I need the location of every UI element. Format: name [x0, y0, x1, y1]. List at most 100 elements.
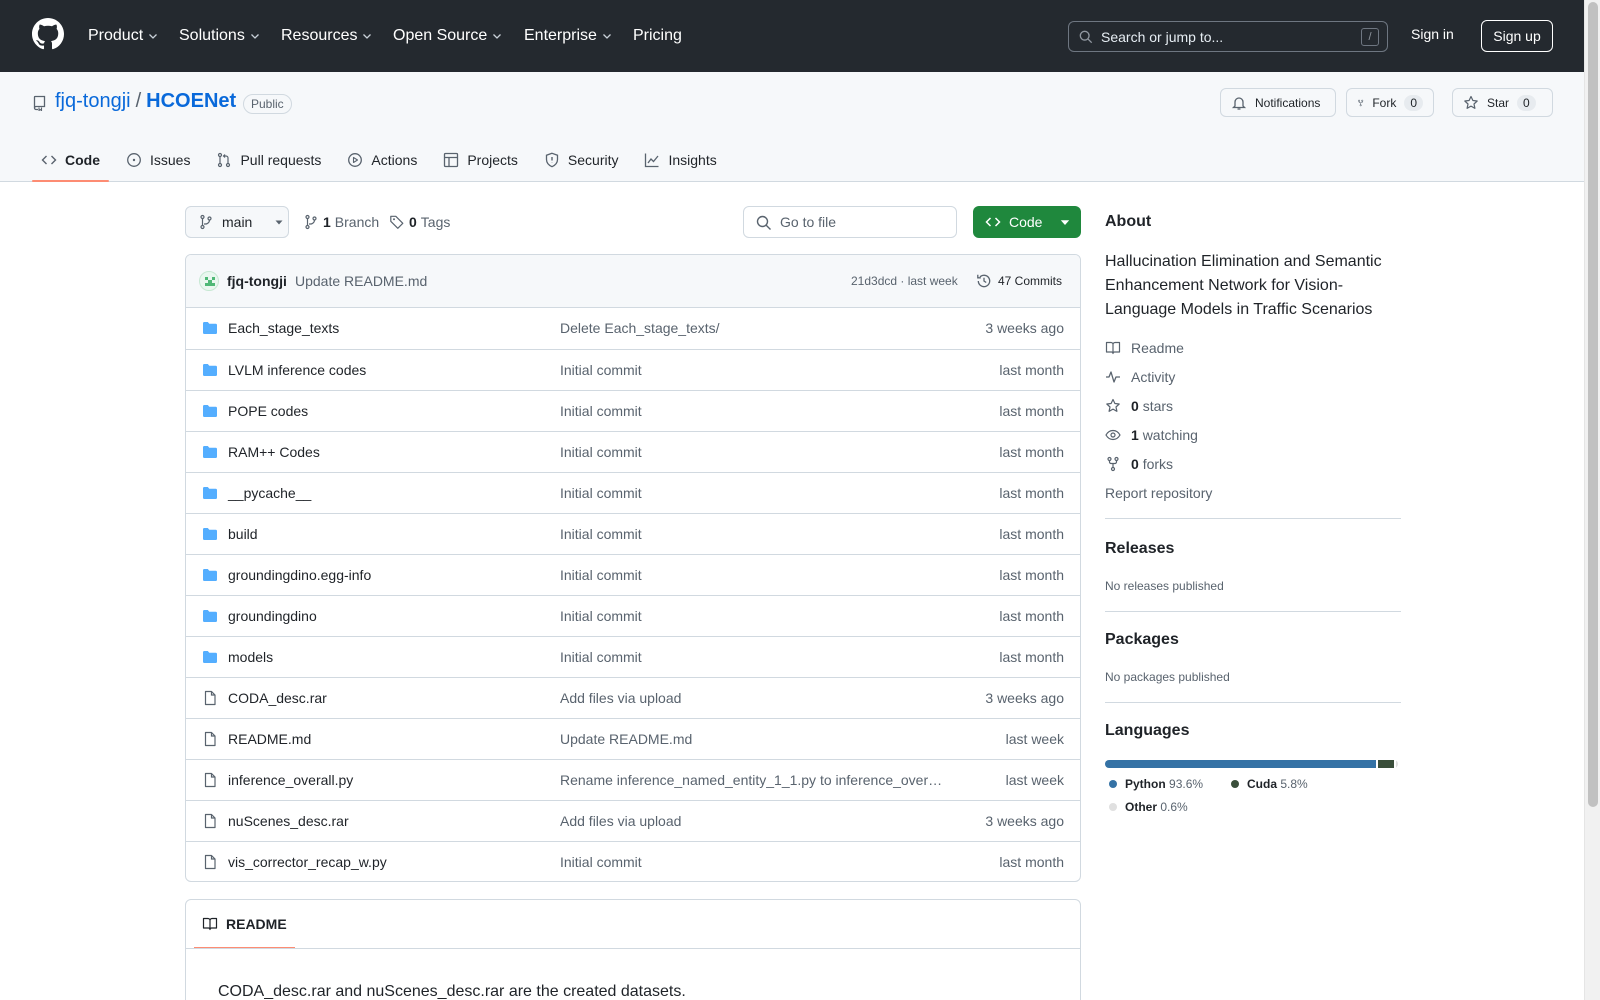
- file-row[interactable]: vis_corrector_recap_w.py Initial commit la…: [186, 841, 1080, 881]
- latest-commit-bar: fjq-tongji Update README.md 21d3dcd · la…: [186, 255, 1080, 308]
- nav-resources[interactable]: Resources: [281, 24, 373, 48]
- tab-security[interactable]: Security: [535, 140, 628, 180]
- file-name-link[interactable]: build: [228, 526, 258, 542]
- repo-name-link[interactable]: HCOENet: [146, 90, 236, 113]
- file-name-link[interactable]: vis_corrector_recap_w.py: [228, 854, 387, 870]
- file-commit-message-link[interactable]: Initial commit: [560, 362, 945, 378]
- watchers-link[interactable]: 1 watching: [1105, 427, 1198, 443]
- tab-insights[interactable]: Insights: [635, 140, 725, 180]
- sign-in-link[interactable]: Sign in: [1411, 26, 1454, 42]
- file-row[interactable]: RAM++ Codes Initial commit last month: [186, 431, 1080, 472]
- commit-author-link[interactable]: fjq-tongji: [227, 273, 287, 289]
- nav-enterprise[interactable]: Enterprise: [524, 24, 613, 48]
- file-commit-message-link[interactable]: Rename inference_named_entity_1_1.py to …: [560, 772, 945, 788]
- file-row[interactable]: POPE codes Initial commit last month: [186, 390, 1080, 431]
- fork-icon: [1107, 456, 1119, 472]
- file-name-link[interactable]: RAM++ Codes: [228, 444, 320, 460]
- file-icon: [204, 854, 216, 870]
- search-input[interactable]: Search or jump to... /: [1068, 21, 1388, 52]
- file-commit-message-link[interactable]: Initial commit: [560, 526, 945, 542]
- nav-open-source[interactable]: Open Source: [393, 24, 503, 48]
- commits-history-link[interactable]: 47 Commits: [976, 273, 1062, 289]
- tab-projects[interactable]: Projects: [434, 140, 527, 180]
- file-name-link[interactable]: groundingdino: [228, 608, 317, 624]
- releases-heading[interactable]: Releases: [1105, 540, 1174, 558]
- report-repository-label: Report repository: [1105, 485, 1213, 501]
- file-commit-message-link[interactable]: Initial commit: [560, 567, 945, 583]
- fork-label: Fork: [1372, 95, 1397, 110]
- file-commit-message-link[interactable]: Initial commit: [560, 485, 945, 501]
- notifications-button[interactable]: Notifications: [1220, 88, 1336, 117]
- search-placeholder: Search or jump to...: [1101, 28, 1224, 45]
- packages-heading[interactable]: Packages: [1105, 631, 1179, 649]
- github-logo-icon[interactable]: [32, 18, 64, 50]
- repo-owner-link[interactable]: fjq-tongji: [55, 90, 131, 113]
- tab-issues[interactable]: Issues: [117, 140, 199, 180]
- file-name-link[interactable]: inference_overall.py: [228, 772, 353, 788]
- commit-hash-time[interactable]: 21d3dcd · last week: [851, 274, 958, 288]
- file-commit-message-link[interactable]: Delete Each_stage_texts/: [560, 320, 945, 336]
- sign-up-button[interactable]: Sign up: [1481, 20, 1553, 52]
- page-scrollbar[interactable]: [1584, 0, 1600, 1000]
- language-bar-segment: [1105, 760, 1376, 768]
- file-commit-message-link[interactable]: Add files via upload: [560, 690, 945, 706]
- language-python[interactable]: Python 93.6%: [1109, 777, 1203, 791]
- activity-link[interactable]: Activity: [1105, 369, 1175, 385]
- file-name-link[interactable]: CODA_desc.rar: [228, 690, 327, 706]
- code-dropdown-button[interactable]: Code: [973, 206, 1081, 238]
- fork-button[interactable]: Fork 0: [1346, 88, 1434, 117]
- file-row[interactable]: build Initial commit last month: [186, 513, 1080, 554]
- scrollbar-thumb[interactable]: [1588, 2, 1598, 807]
- forks-link[interactable]: 0 forks: [1105, 456, 1173, 472]
- tab-pull-requests[interactable]: Pull requests: [207, 140, 330, 180]
- tags-link[interactable]: 0 Tags: [389, 214, 450, 230]
- tab-actions[interactable]: Actions: [338, 140, 426, 180]
- file-row[interactable]: README.md Update README.md last week: [186, 718, 1080, 759]
- file-row[interactable]: Each_stage_texts Delete Each_stage_texts/…: [186, 308, 1080, 349]
- file-commit-message-link[interactable]: Initial commit: [560, 608, 945, 624]
- file-commit-message-link[interactable]: Add files via upload: [560, 813, 945, 829]
- file-row[interactable]: CODA_desc.rar Add files via upload 3 weeks…: [186, 677, 1080, 718]
- avatar[interactable]: [199, 271, 219, 291]
- search-icon: [756, 215, 771, 230]
- file-row[interactable]: LVLM inference codes Initial commit last m…: [186, 349, 1080, 390]
- file-name-link[interactable]: Each_stage_texts: [228, 320, 339, 336]
- report-repository-link[interactable]: Report repository: [1105, 485, 1212, 501]
- file-name-link[interactable]: LVLM inference codes: [228, 362, 366, 378]
- tab-code[interactable]: Code: [32, 140, 109, 182]
- file-commit-message-link[interactable]: Initial commit: [560, 854, 945, 870]
- file-name-link[interactable]: nuScenes_desc.rar: [228, 813, 349, 829]
- file-name-link[interactable]: __pycache__: [228, 485, 311, 501]
- file-row[interactable]: models Initial commit last month: [186, 636, 1080, 677]
- branch-selector[interactable]: main: [185, 206, 289, 238]
- readme-link[interactable]: Readme: [1105, 340, 1184, 356]
- nav-solutions[interactable]: Solutions: [179, 24, 261, 48]
- file-row[interactable]: inference_overall.py Rename inference_nam…: [186, 759, 1080, 800]
- file-commit-message-link[interactable]: Initial commit: [560, 403, 945, 419]
- readme-tab[interactable]: README: [194, 900, 295, 949]
- file-commit-date: last month: [999, 608, 1064, 624]
- file-row[interactable]: groundingdino.egg-info Initial commit last…: [186, 554, 1080, 595]
- language-cuda[interactable]: Cuda 5.8%: [1231, 777, 1308, 791]
- branches-link[interactable]: 1 Branch: [303, 214, 379, 230]
- file-commit-message-link[interactable]: Initial commit: [560, 649, 945, 665]
- folder-icon: [203, 569, 217, 581]
- stars-link[interactable]: 0 stars: [1105, 398, 1173, 414]
- file-name-link[interactable]: models: [228, 649, 273, 665]
- file-commit-date: 3 weeks ago: [985, 690, 1064, 706]
- nav-product[interactable]: Product: [88, 24, 159, 48]
- file-commit-message-link[interactable]: Initial commit: [560, 444, 945, 460]
- file-name-link[interactable]: groundingdino.egg-info: [228, 567, 371, 583]
- file-name-link[interactable]: README.md: [228, 731, 311, 747]
- file-row[interactable]: nuScenes_desc.rar Add files via upload 3 w…: [186, 800, 1080, 841]
- python-color-dot: [1109, 780, 1117, 788]
- star-button[interactable]: Star 0: [1452, 88, 1553, 117]
- file-commit-message-link[interactable]: Update README.md: [560, 731, 945, 747]
- file-row[interactable]: groundingdino Initial commit last month: [186, 595, 1080, 636]
- go-to-file-input[interactable]: Go to file: [743, 206, 957, 238]
- nav-pricing[interactable]: Pricing: [633, 24, 682, 48]
- code-button-label: Code: [1009, 214, 1043, 230]
- commit-message-link[interactable]: Update README.md: [295, 273, 427, 289]
- file-row[interactable]: __pycache__ Initial commit last month: [186, 472, 1080, 513]
- file-name-link[interactable]: POPE codes: [228, 403, 308, 419]
